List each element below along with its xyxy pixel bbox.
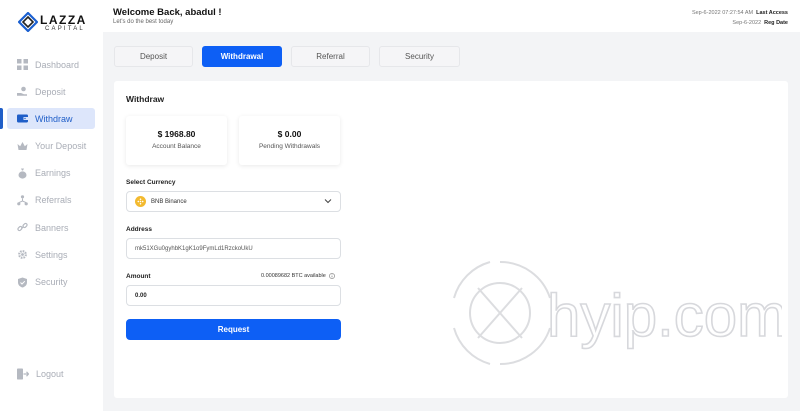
network-icon xyxy=(17,195,28,206)
logo-mark-icon xyxy=(18,12,38,32)
logout-icon xyxy=(17,368,30,380)
account-balance-value: $ 1968.80 xyxy=(157,129,196,139)
info-icon xyxy=(328,273,335,279)
sidebar-item-label: Deposit xyxy=(35,86,66,97)
sidebar-nav: Dashboard Deposit Withdraw Your Deposit … xyxy=(0,54,103,299)
hand-coin-icon xyxy=(17,86,28,97)
sidebar-item-label: Dashboard xyxy=(35,59,80,70)
crown-icon xyxy=(17,141,28,152)
withdraw-card: Withdraw $ 1968.80 Account Balance $ 0.0… xyxy=(114,81,788,398)
tab-security[interactable]: Security xyxy=(379,46,460,67)
welcome-title: Welcome Back, abadul ! xyxy=(113,7,222,18)
top-header: Welcome Back, abadul ! Let's do the best… xyxy=(103,0,800,32)
tab-bar: Deposit Withdrawal Referral Security xyxy=(114,46,469,67)
sidebar-item-label: Banners xyxy=(35,222,69,233)
sidebar-item-label: Settings xyxy=(35,249,68,260)
sidebar-item-security[interactable]: Security xyxy=(0,272,103,293)
reg-date: Sep-6-2022 xyxy=(732,20,762,26)
shield-icon xyxy=(17,277,28,288)
brand-sub: CAPITAL xyxy=(45,26,85,32)
request-button[interactable]: Request xyxy=(126,319,341,340)
welcome-tagline: Let's do the best today xyxy=(113,19,174,25)
currency-label: Select Currency xyxy=(126,179,176,186)
brand-name: LAZZA xyxy=(40,13,87,27)
address-value: mk51XGu0gyhbK1gK1o9FymLd1RzckoUkU xyxy=(135,245,253,252)
money-bag-icon xyxy=(17,168,28,179)
sidebar-item-label: Security xyxy=(35,277,68,287)
sidebar-item-withdraw[interactable]: Withdraw xyxy=(0,108,95,130)
reg-date-row: Sep-6-2022 Reg Date xyxy=(692,18,788,28)
sidebar-item-banners[interactable]: Banners xyxy=(0,217,103,238)
account-balance-card: $ 1968.80 Account Balance xyxy=(126,116,227,165)
sidebar-item-settings[interactable]: Settings xyxy=(0,244,103,265)
tab-referral[interactable]: Referral xyxy=(291,46,370,67)
sidebar-item-dashboard[interactable]: Dashboard xyxy=(0,54,103,75)
pending-withdrawals-card: $ 0.00 Pending Withdrawals xyxy=(239,116,340,165)
withdraw-title: Withdraw xyxy=(126,94,165,104)
sidebar: LAZZA CAPITAL Dashboard Deposit Withdraw xyxy=(0,0,103,411)
logout-button[interactable]: Logout xyxy=(17,368,64,380)
sidebar-item-label: Withdraw xyxy=(35,113,73,124)
currency-value: BNB Binance xyxy=(151,198,187,205)
grid-icon xyxy=(17,59,28,70)
last-access-row: Sep-6-2022 07:27:54 AM Last Access xyxy=(692,8,788,18)
available-balance: 0.00089682 BTC available xyxy=(261,273,335,279)
sidebar-item-label: Your Deposit xyxy=(35,141,87,152)
pending-withdrawals-value: $ 0.00 xyxy=(277,129,302,139)
sidebar-item-referrals[interactable]: Referrals xyxy=(0,190,103,211)
watermark-text: hyip.com xyxy=(547,282,782,349)
currency-select[interactable]: BNB Binance xyxy=(126,191,341,212)
tab-withdrawal[interactable]: Withdrawal xyxy=(202,46,282,67)
access-info: Sep-6-2022 07:27:54 AM Last Access Sep-6-… xyxy=(692,8,788,28)
sidebar-item-label: Earnings xyxy=(35,168,71,179)
account-balance-label: Account Balance xyxy=(152,143,201,150)
logout-label: Logout xyxy=(36,369,64,379)
bnb-icon xyxy=(135,196,146,207)
sidebar-item-earnings[interactable]: Earnings xyxy=(0,163,103,184)
amount-label: Amount xyxy=(126,273,151,280)
gear-icon xyxy=(17,249,28,260)
available-text: 0.00089682 BTC available xyxy=(261,273,326,279)
last-access-date: Sep-6-2022 07:27:54 AM xyxy=(691,10,754,16)
brand-logo[interactable]: LAZZA CAPITAL xyxy=(18,10,90,36)
address-label: Address xyxy=(126,226,153,233)
reg-date-label: Reg Date xyxy=(764,20,788,26)
link-icon xyxy=(17,222,28,233)
last-access-label: Last Access xyxy=(756,10,788,16)
tab-deposit[interactable]: Deposit xyxy=(114,46,193,67)
address-input[interactable]: mk51XGu0gyhbK1gK1o9FymLd1RzckoUkU xyxy=(126,238,341,259)
amount-value: 0.00 xyxy=(135,292,147,299)
pending-withdrawals-label: Pending Withdrawals xyxy=(258,143,321,150)
hyip-watermark-logo: hyip.com xyxy=(453,260,782,366)
wallet-icon xyxy=(17,113,28,124)
chevron-down-icon xyxy=(324,198,332,206)
watermark-mark-icon xyxy=(453,260,551,366)
sidebar-item-your-deposit[interactable]: Your Deposit xyxy=(0,136,103,157)
sidebar-item-label: Referrals xyxy=(35,195,72,206)
sidebar-item-deposit[interactable]: Deposit xyxy=(0,81,103,102)
amount-input[interactable]: 0.00 xyxy=(126,285,341,306)
